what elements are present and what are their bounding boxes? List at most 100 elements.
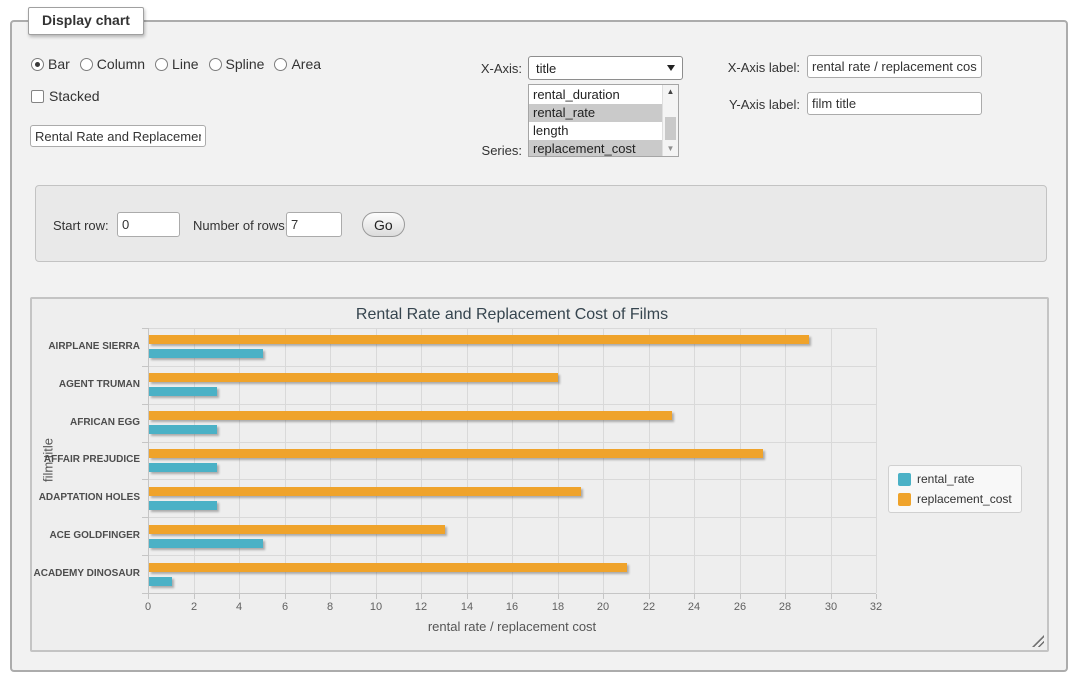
x-axis-label-label: X-Axis label: xyxy=(710,60,800,75)
category-label: AIRPLANE SIERRA xyxy=(22,341,140,352)
number-of-rows-input[interactable] xyxy=(286,212,342,237)
gridline-x xyxy=(694,328,695,593)
panel-title: Display chart xyxy=(28,7,144,35)
stacked-label: Stacked xyxy=(49,88,100,104)
stacked-checkbox-row[interactable]: Stacked xyxy=(31,88,100,104)
x-axis-tick xyxy=(649,594,650,599)
category-label: AFFAIR PREJUDICE xyxy=(22,454,140,465)
x-tick-label: 12 xyxy=(403,601,439,613)
y-axis-label-input[interactable] xyxy=(807,92,982,115)
x-axis-tick xyxy=(239,594,240,599)
radio-circle[interactable] xyxy=(31,58,44,71)
chart-title-input[interactable] xyxy=(30,125,206,147)
bar-replacement_cost xyxy=(149,563,627,572)
bar-rental_rate xyxy=(149,349,263,358)
x-axis-select[interactable]: title xyxy=(528,56,683,80)
series-listbox-options: rental_durationrental_ratelengthreplacem… xyxy=(529,86,662,156)
bar-rental_rate xyxy=(149,577,172,586)
radio-area[interactable]: Area xyxy=(274,56,321,72)
gridline-x xyxy=(558,328,559,593)
radio-circle[interactable] xyxy=(155,58,168,71)
bar-replacement_cost xyxy=(149,525,445,534)
radio-label: Line xyxy=(172,56,198,72)
gridline-y xyxy=(148,479,876,480)
series-listbox[interactable]: rental_durationrental_ratelengthreplacem… xyxy=(528,84,679,157)
chevron-down-icon xyxy=(667,65,675,71)
x-axis-selected-value: title xyxy=(536,61,556,76)
gridline-y xyxy=(148,555,876,556)
series-option-replacement_cost[interactable]: replacement_cost xyxy=(529,140,662,157)
x-axis-tick xyxy=(285,594,286,599)
gridline-x xyxy=(785,328,786,593)
radio-line[interactable]: Line xyxy=(155,56,198,72)
legend-label: replacement_cost xyxy=(917,492,1012,506)
bar-rental_rate xyxy=(149,463,217,472)
category-label: ACADEMY DINOSAUR xyxy=(22,568,140,579)
bar-rental_rate xyxy=(149,387,217,396)
start-row-input[interactable] xyxy=(117,212,180,237)
x-axis-tick xyxy=(467,594,468,599)
scrollbar-thumb[interactable] xyxy=(665,117,676,140)
x-axis-tick xyxy=(330,594,331,599)
x-tick-label: 26 xyxy=(722,601,758,613)
radio-column[interactable]: Column xyxy=(80,56,145,72)
x-tick-label: 18 xyxy=(540,601,576,613)
x-axis-tick xyxy=(148,594,149,599)
x-axis-select-label: X-Axis: xyxy=(440,61,522,76)
series-listbox-scrollbar[interactable]: ▲ ▼ xyxy=(662,85,678,156)
gridline-x xyxy=(376,328,377,593)
gridline-y xyxy=(148,442,876,443)
y-axis-line xyxy=(148,328,149,594)
x-axis-tick xyxy=(694,594,695,599)
x-axis-tick xyxy=(376,594,377,599)
series-option-rental_rate[interactable]: rental_rate xyxy=(529,104,662,122)
stacked-checkbox[interactable] xyxy=(31,90,44,103)
gridline-y xyxy=(148,517,876,518)
legend-item-replacement_cost[interactable]: replacement_cost xyxy=(898,492,1012,506)
x-axis-tick xyxy=(558,594,559,599)
gridline-x xyxy=(421,328,422,593)
x-tick-label: 20 xyxy=(585,601,621,613)
radio-bar[interactable]: Bar xyxy=(31,56,70,72)
gridline-x xyxy=(876,328,877,593)
x-axis-label-input[interactable] xyxy=(807,55,982,78)
radio-label: Column xyxy=(97,56,145,72)
gridline-y xyxy=(148,404,876,405)
bar-replacement_cost xyxy=(149,335,809,344)
scroll-down-icon[interactable]: ▼ xyxy=(663,143,678,155)
category-label: ADAPTATION HOLES xyxy=(22,492,140,503)
radio-circle[interactable] xyxy=(80,58,93,71)
y-axis-label-label: Y-Axis label: xyxy=(710,97,800,112)
gridline-x xyxy=(467,328,468,593)
x-axis-tick xyxy=(194,594,195,599)
bar-replacement_cost xyxy=(149,373,558,382)
resize-handle-icon[interactable] xyxy=(1032,635,1044,647)
gridline-x xyxy=(831,328,832,593)
gridline-x xyxy=(512,328,513,593)
chart-legend: rental_rate replacement_cost xyxy=(888,465,1022,513)
scroll-up-icon[interactable]: ▲ xyxy=(663,86,678,98)
x-tick-label: 2 xyxy=(176,601,212,613)
gridline-x xyxy=(603,328,604,593)
category-label: ACE GOLDFINGER xyxy=(22,530,140,541)
legend-label: rental_rate xyxy=(917,472,974,486)
x-axis-tick xyxy=(785,594,786,599)
gridline-x xyxy=(330,328,331,593)
x-axis-tick xyxy=(831,594,832,599)
plot-area: 02468101214161820222426283032AIRPLANE SI… xyxy=(148,328,876,593)
number-of-rows-label: Number of rows: xyxy=(193,218,288,233)
radio-label: Spline xyxy=(226,56,265,72)
x-tick-label: 10 xyxy=(358,601,394,613)
series-option-rental_duration[interactable]: rental_duration xyxy=(529,86,662,104)
x-axis-tick xyxy=(876,594,877,599)
series-option-length[interactable]: length xyxy=(529,122,662,140)
radio-circle[interactable] xyxy=(274,58,287,71)
bar-replacement_cost xyxy=(149,411,672,420)
go-button[interactable]: Go xyxy=(362,212,405,237)
radio-circle[interactable] xyxy=(209,58,222,71)
x-axis-line xyxy=(148,593,876,594)
x-axis-title: rental rate / replacement cost xyxy=(148,619,876,634)
legend-item-rental_rate[interactable]: rental_rate xyxy=(898,472,1012,486)
chart-title: Rental Rate and Replacement Cost of Film… xyxy=(148,306,876,324)
radio-spline[interactable]: Spline xyxy=(209,56,265,72)
